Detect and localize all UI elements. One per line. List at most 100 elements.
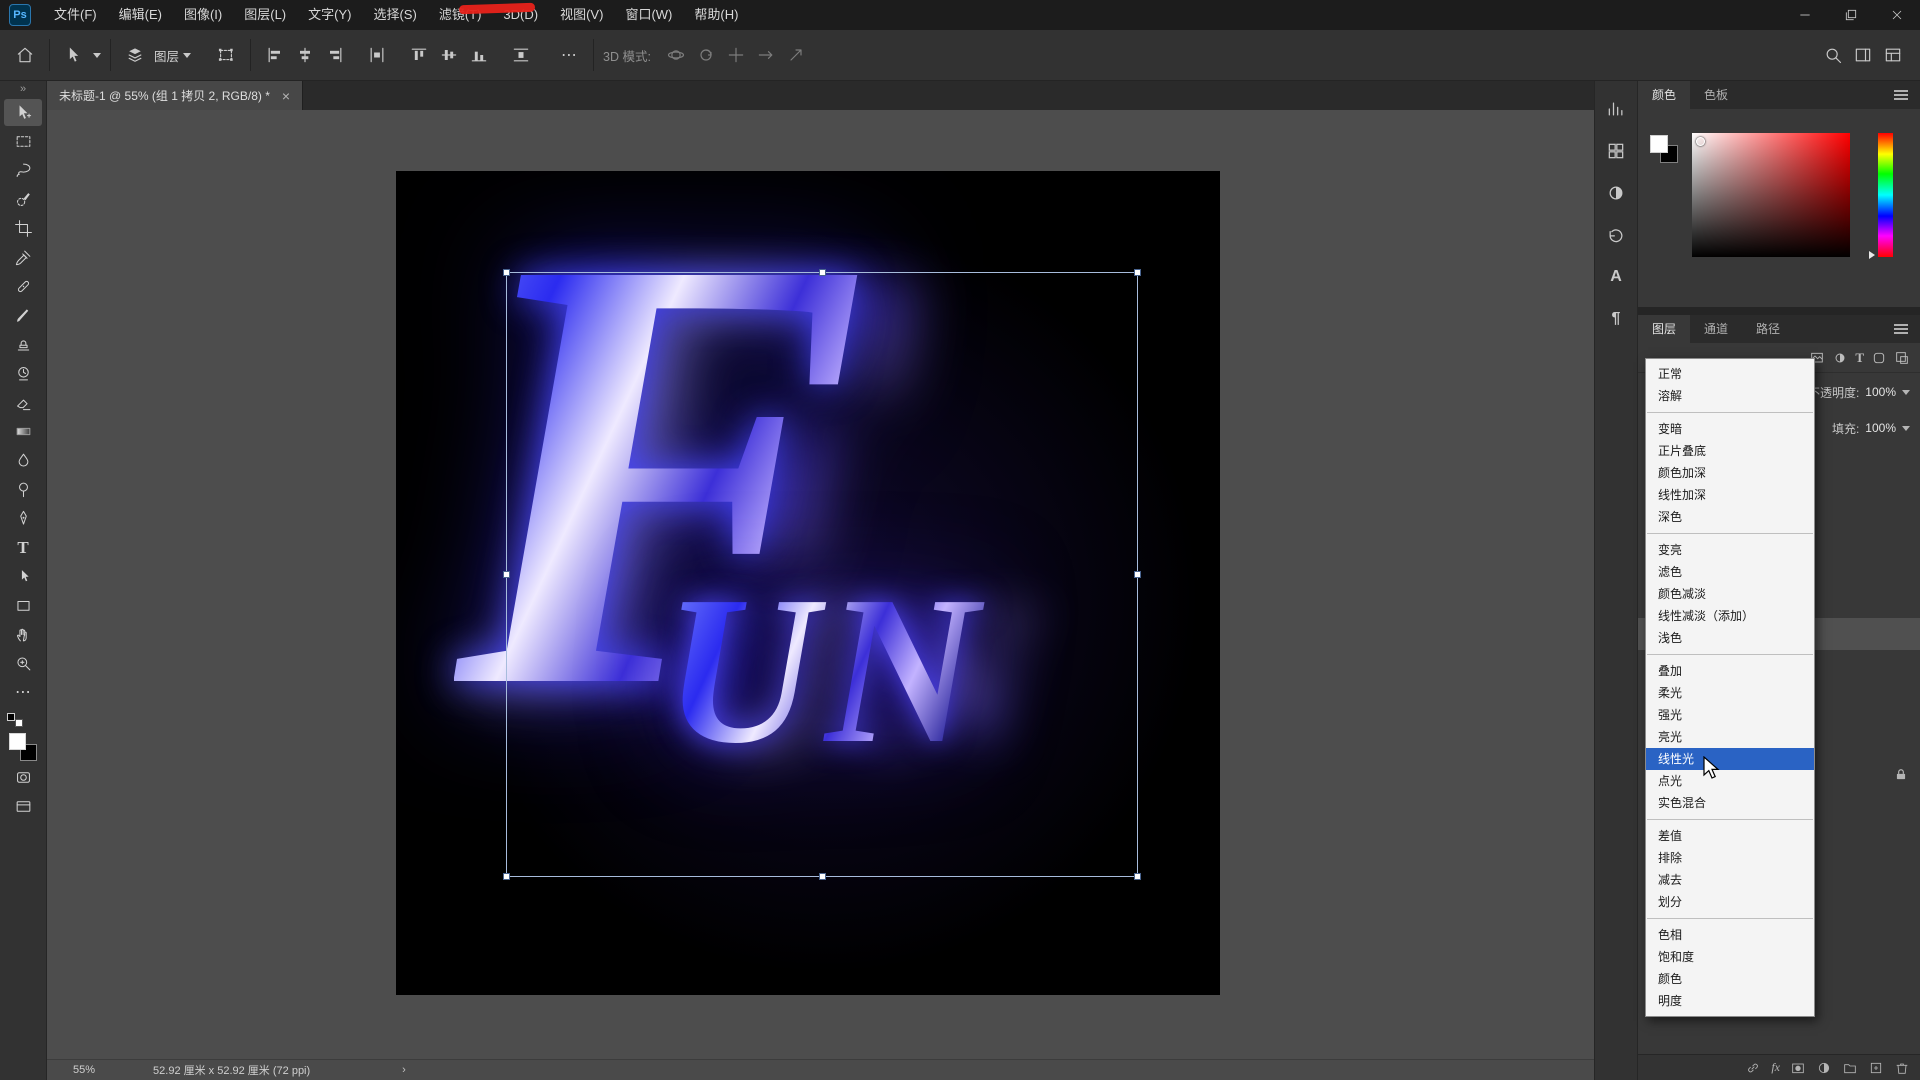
panel-foreground-swatch[interactable] — [1650, 135, 1668, 153]
blend-mode-option[interactable]: 深色 — [1646, 506, 1814, 528]
blend-mode-option[interactable]: 颜色加深 — [1646, 462, 1814, 484]
tab-swatches[interactable]: 色板 — [1690, 81, 1742, 109]
blend-mode-option[interactable]: 滤色 — [1646, 561, 1814, 583]
align-top-icon[interactable] — [404, 40, 434, 70]
foreground-background-swatches[interactable] — [7, 731, 39, 763]
menu-type[interactable]: 文字(Y) — [297, 0, 362, 30]
panel-menu-icon[interactable] — [1894, 94, 1908, 96]
color-picker-marker[interactable] — [1696, 137, 1705, 146]
layer-effects-icon[interactable]: fx — [1771, 1060, 1780, 1075]
swatches-panel-icon[interactable] — [1604, 139, 1628, 163]
blend-mode-option-selected[interactable]: 线性光 — [1646, 748, 1814, 770]
transform-handle-bottom-right[interactable] — [1134, 873, 1141, 880]
blend-mode-option[interactable]: 颜色 — [1646, 968, 1814, 990]
blend-mode-option[interactable]: 浅色 — [1646, 627, 1814, 649]
close-button[interactable] — [1874, 0, 1920, 30]
new-group-icon[interactable] — [1842, 1060, 1858, 1076]
transform-handle-bottom-center[interactable] — [819, 873, 826, 880]
blend-mode-option[interactable]: 变亮 — [1646, 539, 1814, 561]
tab-paths[interactable]: 路径 — [1742, 315, 1794, 343]
opacity-value[interactable]: 100% — [1865, 385, 1896, 399]
tab-channels[interactable]: 通道 — [1690, 315, 1742, 343]
blend-mode-option[interactable]: 排除 — [1646, 847, 1814, 869]
type-tool[interactable]: T — [4, 534, 42, 561]
blend-mode-option[interactable]: 正常 — [1646, 363, 1814, 385]
blend-mode-option[interactable]: 亮光 — [1646, 726, 1814, 748]
blend-mode-option[interactable]: 强光 — [1646, 704, 1814, 726]
auto-select-layers-icon[interactable] — [120, 40, 150, 70]
menu-view[interactable]: 视图(V) — [549, 0, 614, 30]
more-align-options-button[interactable]: ⋯ — [554, 45, 584, 65]
hand-tool[interactable] — [4, 621, 42, 648]
fill-value[interactable]: 100% — [1865, 421, 1896, 435]
blend-mode-option[interactable]: 叠加 — [1646, 660, 1814, 682]
menu-help[interactable]: 帮助(H) — [683, 0, 749, 30]
link-layers-icon[interactable] — [1745, 1060, 1761, 1076]
blend-mode-option[interactable]: 颜色减淡 — [1646, 583, 1814, 605]
zoom-tool[interactable] — [4, 650, 42, 677]
auto-select-target[interactable]: 图层 — [154, 46, 179, 65]
document-tab[interactable]: 未标题-1 @ 55% (组 1 拷贝 2, RGB/8) * × — [47, 81, 303, 110]
blend-mode-option[interactable]: 变暗 — [1646, 418, 1814, 440]
add-layer-mask-icon[interactable] — [1790, 1060, 1806, 1076]
hue-slider-marker[interactable] — [1869, 251, 1875, 259]
adjustment-layer-icon[interactable] — [1816, 1060, 1832, 1076]
brush-tool[interactable] — [4, 302, 42, 329]
delete-layer-icon[interactable] — [1894, 1060, 1910, 1076]
blend-mode-option[interactable]: 饱和度 — [1646, 946, 1814, 968]
search-icon[interactable] — [1818, 40, 1848, 70]
lasso-tool[interactable] — [4, 157, 42, 184]
panel-menu-icon[interactable] — [1894, 328, 1908, 330]
chevron-down-icon[interactable] — [1902, 426, 1910, 431]
3d-roll-icon[interactable] — [691, 40, 721, 70]
saturation-brightness-picker[interactable] — [1692, 133, 1850, 257]
default-colors-button[interactable] — [7, 713, 23, 727]
tab-close-icon[interactable]: × — [282, 89, 290, 103]
screen-mode-button[interactable] — [4, 793, 42, 820]
tab-layers[interactable]: 图层 — [1638, 315, 1690, 343]
align-right-icon[interactable] — [320, 40, 350, 70]
blur-tool[interactable] — [4, 447, 42, 474]
menu-image[interactable]: 图像(I) — [173, 0, 233, 30]
workspace-switcher-icon[interactable] — [1848, 40, 1878, 70]
3d-orbit-icon[interactable] — [661, 40, 691, 70]
align-center-horizontal-icon[interactable] — [290, 40, 320, 70]
status-chevron-icon[interactable]: › — [402, 1064, 406, 1076]
blend-mode-option[interactable]: 点光 — [1646, 770, 1814, 792]
blend-mode-option[interactable]: 正片叠底 — [1646, 440, 1814, 462]
gradient-tool[interactable] — [4, 418, 42, 445]
quick-selection-tool[interactable] — [4, 186, 42, 213]
transform-handle-middle-left[interactable] — [503, 571, 510, 578]
clone-stamp-tool[interactable] — [4, 331, 42, 358]
pen-tool[interactable] — [4, 505, 42, 532]
foreground-color-swatch[interactable] — [9, 733, 26, 750]
3d-slide-icon[interactable] — [751, 40, 781, 70]
align-middle-vertical-icon[interactable] — [434, 40, 464, 70]
chevron-down-icon[interactable] — [183, 53, 191, 58]
blend-mode-option[interactable]: 线性减淡（添加） — [1646, 605, 1814, 627]
eyedropper-tool[interactable] — [4, 244, 42, 271]
rectangular-marquee-tool[interactable] — [4, 128, 42, 155]
crop-tool[interactable] — [4, 215, 42, 242]
histogram-panel-icon[interactable] — [1604, 97, 1628, 121]
history-panel-icon[interactable] — [1604, 223, 1628, 247]
menu-edit[interactable]: 编辑(E) — [108, 0, 173, 30]
blend-mode-option[interactable]: 柔光 — [1646, 682, 1814, 704]
filter-smart-object-icon[interactable] — [1894, 350, 1910, 366]
transform-handle-middle-right[interactable] — [1134, 571, 1141, 578]
filter-shape-layers-icon[interactable] — [1871, 350, 1887, 366]
transform-bounding-box[interactable] — [506, 272, 1138, 877]
hue-slider[interactable] — [1878, 133, 1893, 257]
toolbar-collapse-icon[interactable]: » — [0, 81, 46, 98]
history-brush-tool[interactable] — [4, 360, 42, 387]
character-panel-icon[interactable]: A — [1604, 265, 1628, 289]
blend-mode-option[interactable]: 差值 — [1646, 825, 1814, 847]
show-transform-controls-toggle[interactable] — [211, 40, 241, 70]
distribute-horizontal-icon[interactable] — [362, 40, 392, 70]
blend-mode-option[interactable]: 色相 — [1646, 924, 1814, 946]
blend-mode-option[interactable]: 实色混合 — [1646, 792, 1814, 814]
zoom-level-field[interactable]: 55% — [73, 1064, 95, 1076]
color-panel-fg-bg-swatches[interactable] — [1650, 135, 1684, 171]
distribute-vertical-icon[interactable] — [506, 40, 536, 70]
align-bottom-icon[interactable] — [464, 40, 494, 70]
